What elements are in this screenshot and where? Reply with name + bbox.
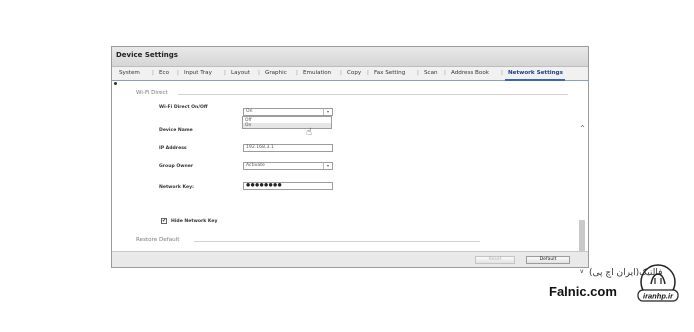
chevron-down-icon: ▾ [323,163,332,169]
tab-fax-setting[interactable]: Fax Setting [374,70,405,76]
tab-emulation[interactable]: Emulation [303,70,331,76]
chevron-down-icon: ▾ [323,109,332,115]
dropdown-option-on[interactable]: On [243,123,331,128]
tab-separator: | [340,70,342,76]
ip-address-value: 192.168.3.1 [246,145,274,150]
hand-cursor-icon: ☝ [306,127,313,138]
wifi-direct-onoff-label: Wi-Fi Direct On/Off [159,105,208,110]
tab-address-book[interactable]: Address Book [451,70,489,76]
tab-separator: | [152,70,154,76]
ip-address-field[interactable]: 192.168.3.1 [243,144,333,152]
settings-panel: Wi-Fi Direct Wi-Fi Direct On/Off On ▾ De… [112,81,588,275]
tab-separator: | [367,70,369,76]
reset-button[interactable]: Reset [475,256,515,264]
hide-network-key-label: Hide Network Key [171,219,218,224]
tab-separator: | [417,70,419,76]
watermark-english-text: Falnic.com [549,284,617,299]
section-wifi-direct-label: Wi-Fi Direct [136,90,168,96]
tab-copy[interactable]: Copy [347,70,361,76]
hide-network-key-checkbox[interactable]: ✔ [161,218,167,224]
tab-separator: | [177,70,179,76]
network-key-label: Network Key: [159,185,194,190]
wifi-direct-onoff-value: On [246,109,253,114]
tab-input-tray[interactable]: Input Tray [184,70,212,76]
tab-separator: | [296,70,298,76]
tab-layout[interactable]: Layout [231,70,250,76]
group-owner-value: Activate [246,163,265,168]
network-key-field[interactable]: ●●●●●●●● [243,182,333,190]
group-owner-select[interactable]: Activate ▾ [243,162,333,170]
wifi-direct-onoff-select[interactable]: On ▾ [243,108,333,116]
watermark-logo-text: iranhp.ir [643,292,674,301]
network-key-value: ●●●●●●●● [246,183,283,188]
tab-bar: System | Eco | Input Tray | Layout | Gra… [112,67,588,81]
tab-separator: | [501,70,503,76]
device-settings-window: Device Settings System | Eco | Input Tra… [111,46,589,275]
watermark-logo-icon: iranhp.ir [637,264,679,302]
tab-system[interactable]: System [119,70,140,76]
tab-scan[interactable]: Scan [424,70,438,76]
section-restore-default-label: Restore Default [136,237,180,243]
watermark: فالنیک(ایران اچ پی) Falnic.com iranhp.ir [545,262,685,308]
device-name-label: Device Name [159,128,193,133]
tab-separator: | [444,70,446,76]
title-bar: Device Settings [112,47,588,67]
ip-address-label: IP Address [159,146,187,151]
section-divider [194,241,480,242]
section-divider [178,94,568,95]
group-owner-label: Group Owner [159,164,194,169]
tab-separator: | [224,70,226,76]
tab-network-settings[interactable]: Network Settings [508,70,563,76]
tab-graphic[interactable]: Graphic [265,70,287,76]
wifi-direct-onoff-dropdown-list: Off On [242,116,332,129]
tab-separator: | [258,70,260,76]
footer-bar: Reset Default [112,251,588,267]
scroll-up-icon[interactable]: ^ [580,125,585,132]
tab-eco[interactable]: Eco [159,70,169,76]
window-title: Device Settings [116,51,178,59]
